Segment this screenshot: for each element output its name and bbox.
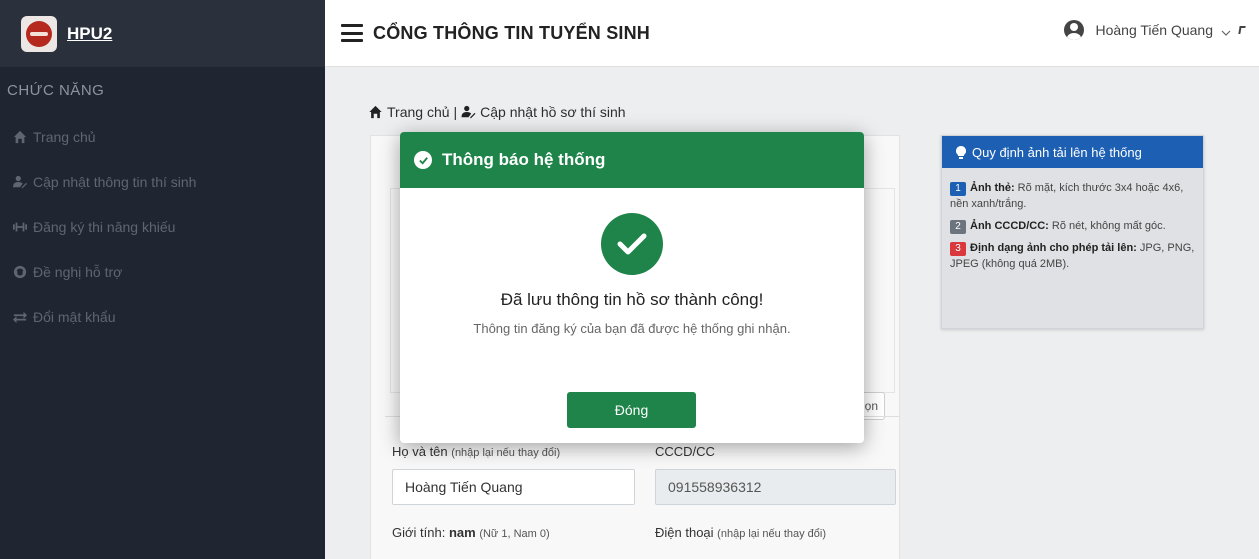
- close-button[interactable]: Đóng: [567, 392, 696, 428]
- success-check-icon: [601, 213, 663, 275]
- system-notification-modal: Thông báo hệ thống Đã lưu thông tin hồ s…: [400, 132, 864, 443]
- check-circle-icon: [414, 151, 432, 169]
- modal-subtext: Thông tin đăng ký của bạn đã được hệ thố…: [473, 321, 791, 336]
- modal-header: Thông báo hệ thống: [400, 132, 864, 188]
- modal-title: Thông báo hệ thống: [442, 150, 606, 169]
- modal-message: Đã lưu thông tin hồ sơ thành công!: [500, 290, 764, 309]
